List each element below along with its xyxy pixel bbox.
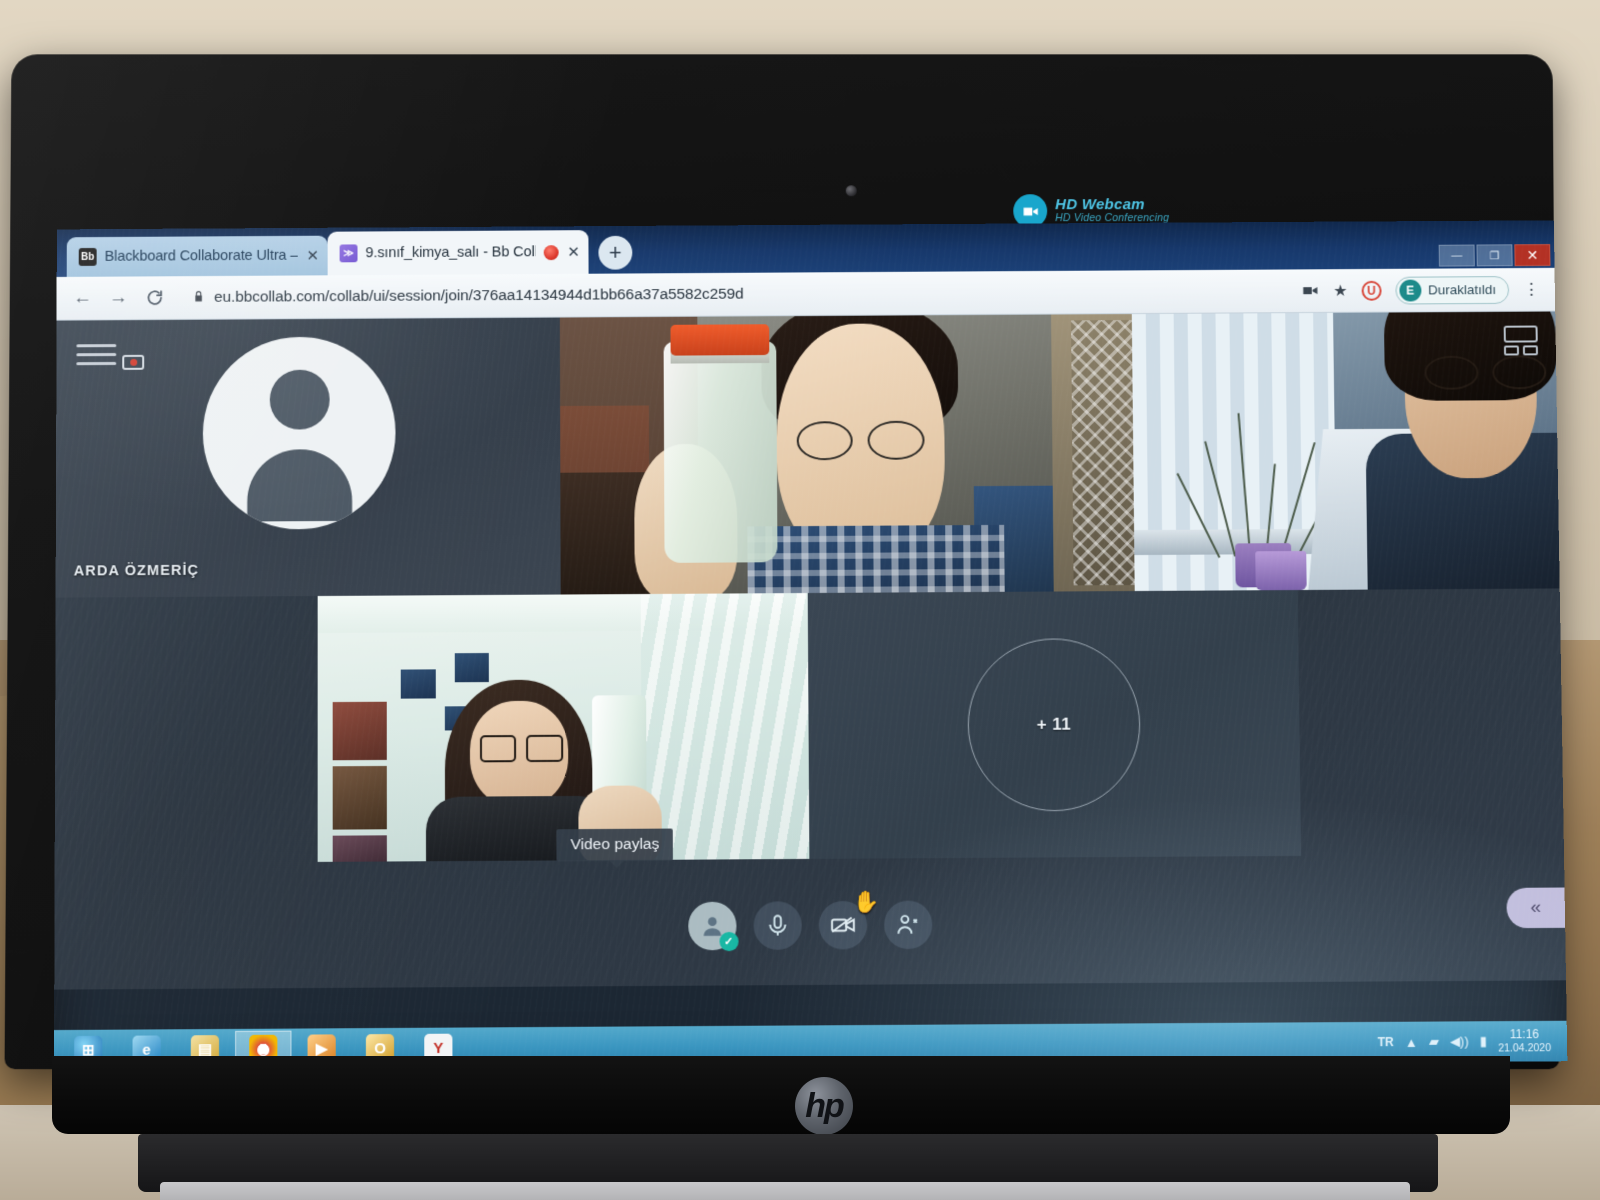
video-stream (317, 593, 810, 862)
minimize-button[interactable]: — (1438, 244, 1475, 267)
participant-tile-video-bottle[interactable] (317, 593, 810, 862)
overflow-ring: + 11 (967, 637, 1142, 812)
new-tab-button[interactable]: + (598, 235, 633, 270)
profile-chip[interactable]: E Duraklatıldı (1395, 275, 1510, 305)
open-collaborate-panel-button[interactable]: « (1506, 887, 1566, 929)
forward-icon[interactable]: → (102, 282, 134, 314)
microphone-icon (764, 912, 790, 938)
network-icon[interactable]: ▰ (1429, 1034, 1439, 1050)
overflow-count: + 11 (1036, 714, 1072, 734)
laptop: HD Webcam HD Video Conferencing Bb Black… (0, 52, 1600, 1200)
session-menu-button[interactable] (70, 330, 145, 378)
tray-expand-icon[interactable]: ▲ (1405, 1034, 1418, 1049)
laptop-screen: Bb Blackboard Collaborate Ultra – C ✕ ≫ … (53, 220, 1568, 1071)
raise-hand-icon (895, 912, 921, 938)
laptop-hinge (52, 1056, 1510, 1134)
blackboard-favicon: Bb (78, 247, 97, 266)
laptop-base-front (160, 1182, 1410, 1200)
collaborate-favicon: ≫ (339, 244, 358, 263)
my-profile-button[interactable]: ✓ (687, 901, 739, 952)
url-text: eu.bbcollab.com/collab/ui/session/join/3… (214, 285, 744, 306)
clock-date: 21.04.2020 (1498, 1042, 1552, 1055)
battery-icon[interactable]: ▮ (1480, 1033, 1487, 1049)
restore-button[interactable]: ❐ (1476, 244, 1513, 267)
extension-icon[interactable]: U (1361, 280, 1382, 301)
close-icon[interactable]: ✕ (567, 243, 581, 261)
avatar: E (1399, 279, 1422, 302)
participant-name: ARDA ÖZMERİÇ (73, 562, 200, 580)
raise-hand-button[interactable] (883, 900, 933, 950)
webcam-title: HD Webcam (1055, 196, 1145, 214)
video-off-icon (829, 912, 855, 938)
address-bar[interactable]: eu.bbcollab.com/collab/ui/session/join/3… (180, 276, 1292, 313)
tooltip-share-video: Video paylaş (556, 828, 674, 862)
chrome-menu-icon[interactable]: ⋮ (1523, 279, 1541, 299)
media-cast-icon[interactable] (1302, 282, 1319, 299)
chrome-browser: Bb Blackboard Collaborate Ultra – C ✕ ≫ … (56, 220, 1556, 321)
collaborate-session-stage: ARDA ÖZMERİÇ + 11 Video paylaş ✓ ✋ « (54, 311, 1567, 990)
microphone-button[interactable] (752, 901, 802, 950)
builtin-webcam-lens (845, 185, 857, 197)
window-controls: — ❐ ✕ (1438, 244, 1551, 267)
system-tray: TR ▲ ▰ ◀)) ▮ 11:16 21.04.2020 (1377, 1027, 1561, 1056)
recording-indicator-icon (543, 244, 559, 260)
back-icon[interactable]: ← (67, 282, 99, 314)
hp-logo: hp (795, 1077, 853, 1135)
language-indicator[interactable]: TR (1378, 1035, 1394, 1049)
browser-tabstrip: Bb Blackboard Collaborate Ultra – C ✕ ≫ … (56, 220, 1555, 277)
laptop-lid: HD Webcam HD Video Conferencing Bb Black… (4, 54, 1568, 1071)
browser-tab-collaborate-session[interactable]: ≫ 9.sınıf_kimya_salı - Bb Collab ✕ (327, 230, 589, 276)
clock-time: 11:16 (1509, 1026, 1540, 1042)
bookmark-star-icon[interactable]: ★ (1333, 281, 1348, 301)
browser-tab-blackboard[interactable]: Bb Blackboard Collaborate Ultra – C ✕ (66, 235, 328, 277)
close-window-button[interactable]: ✕ (1514, 244, 1551, 267)
profile-status-label: Duraklatıldı (1427, 282, 1497, 298)
close-icon[interactable]: ✕ (306, 247, 320, 265)
status-badge: ✓ (718, 931, 739, 952)
taskbar-clock[interactable]: 11:16 21.04.2020 (1498, 1027, 1551, 1056)
participant-tile-video-window[interactable] (1051, 311, 1560, 592)
tab-title: 9.sınıf_kimya_salı - Bb Collab (365, 244, 536, 262)
tab-title: Blackboard Collaborate Ultra – C (104, 247, 298, 265)
participant-tile-overflow[interactable]: + 11 (807, 590, 1302, 859)
avatar-placeholder-icon (202, 336, 396, 530)
layout-toggle-button[interactable] (1503, 325, 1544, 359)
lock-icon (192, 289, 205, 305)
participant-grid: ARDA ÖZMERİÇ + 11 (54, 311, 1564, 920)
media-control-bar: ✓ (54, 890, 1565, 962)
participant-tile-video-jar[interactable] (559, 314, 1054, 595)
video-stream (559, 314, 1054, 595)
photograph-of-laptop: HD Webcam HD Video Conferencing Bb Black… (0, 0, 1600, 1200)
recording-badge-icon (122, 354, 145, 370)
hamburger-icon (76, 343, 117, 365)
video-stream (1051, 311, 1560, 592)
reload-icon[interactable] (138, 282, 170, 314)
layout-grid-icon (1503, 325, 1538, 343)
volume-icon[interactable]: ◀)) (1450, 1033, 1469, 1049)
toolbar-right-icons: ★ U E Duraklatıldı ⋮ (1302, 275, 1545, 305)
